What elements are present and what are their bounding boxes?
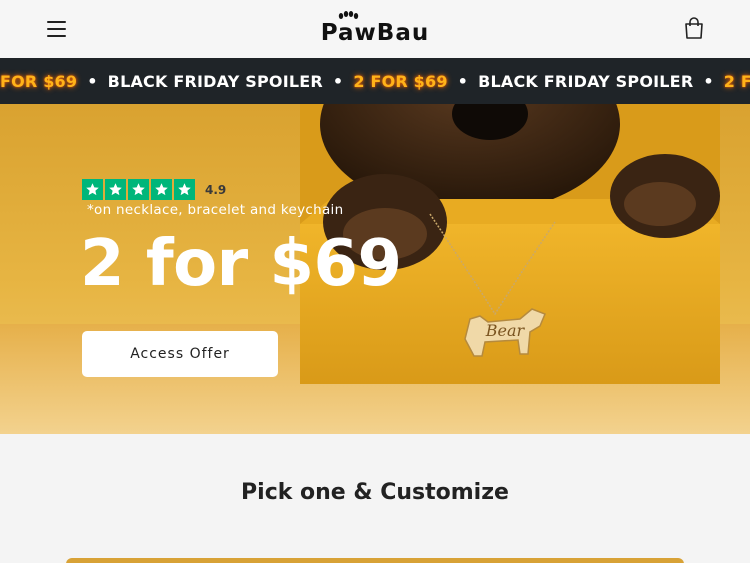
ticker-track: FOR $69 • BLACK FRIDAY SPOILER • 2 FOR $69 • B… [0,58,750,104]
rating-value: 4.9 [205,182,227,197]
ticker-separator: • [332,71,344,91]
star-icon [128,179,149,200]
announcement-ticker: FOR $69 • BLACK FRIDAY SPOILER • 2 FOR $69 • B… [0,58,750,104]
brand-logo[interactable]: PawBau [300,8,450,50]
ticker-offer-text: 2 FOR $69 [723,71,750,91]
ticker-promo-text: BLACK FRIDAY SPOILER [107,71,323,91]
hamburger-icon-line [46,28,66,30]
site-header: PawBau [0,0,750,58]
ticker-separator: • [703,71,714,91]
ticker-offer-text: 2 FOR $69 [353,71,448,91]
menu-button[interactable] [40,16,72,42]
cart-button[interactable] [680,14,708,42]
ticker-separator: • [87,71,98,91]
ticker-promo-text: BLACK FRIDAY SPOILER [478,71,694,91]
bag-icon [685,17,703,39]
hero-banner: Bear 4.9 *on necklace, bracelet and keyc… [0,104,750,434]
star-icon [105,179,126,200]
access-offer-button[interactable]: Access Offer [82,331,278,377]
hamburger-icon-line [46,35,66,37]
trustpilot-rating: 4.9 [82,179,226,200]
ticker-offer-text: FOR $69 [0,71,78,91]
hero-headline: 2 for $69 [80,227,402,301]
hamburger-icon-line [46,21,66,23]
svg-text:PawBau: PawBau [321,20,429,46]
customize-section: Pick one & Customize [0,434,750,563]
star-icon [174,179,195,200]
star-icon [82,179,103,200]
paw-logo-icon: PawBau [321,11,429,46]
ticker-separator: • [457,71,469,91]
product-card-top[interactable] [66,558,684,563]
offer-note: *on necklace, bracelet and keychain [87,202,344,218]
star-icon [151,179,172,200]
svg-text:Bear: Bear [485,321,526,340]
section-title: Pick one & Customize [241,480,509,505]
